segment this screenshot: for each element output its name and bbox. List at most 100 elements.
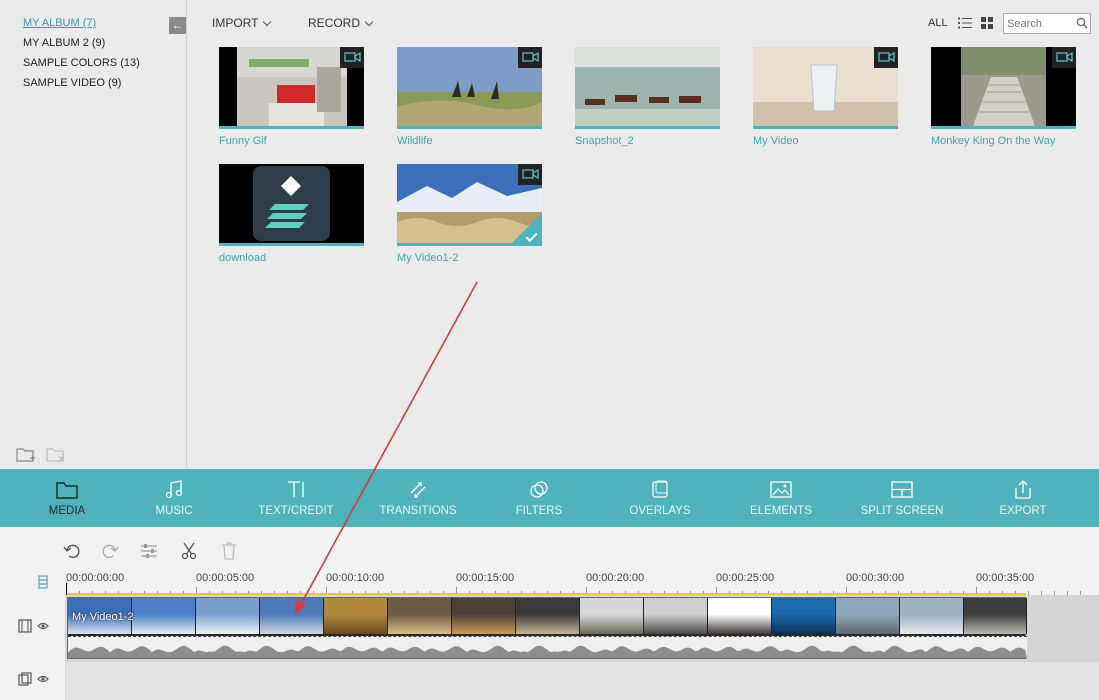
music-note-icon: [165, 480, 183, 499]
search-icon[interactable]: [1076, 17, 1088, 29]
delete-icon[interactable]: [219, 541, 239, 561]
tab-split-screen[interactable]: SPLIT SCREEN: [857, 469, 947, 527]
tab-label: EXPORT: [999, 505, 1047, 517]
tab-filters[interactable]: FILTERS: [499, 469, 579, 527]
tab-label: SPLIT SCREEN: [860, 505, 944, 517]
clip-frame: [132, 598, 196, 634]
filmora-logo-thumbnail: [253, 166, 330, 241]
grid-view-icon[interactable]: [981, 17, 993, 29]
tab-elements[interactable]: ELEMENTS: [741, 469, 821, 527]
export-icon: [1015, 480, 1031, 499]
clip-title: My Video1-2: [72, 611, 134, 623]
chevron-down-icon: [364, 17, 374, 26]
ruler-tick-label: 00:00:05:00: [196, 572, 255, 584]
tab-music[interactable]: MUSIC: [134, 469, 214, 527]
import-button[interactable]: IMPORT: [212, 16, 272, 30]
delete-folder-icon[interactable]: [46, 446, 66, 464]
media-thumbnail: [397, 164, 542, 246]
record-button[interactable]: RECORD: [308, 16, 374, 30]
tab-export[interactable]: EXPORT: [983, 469, 1063, 527]
media-thumbnail: [219, 164, 364, 246]
tab-text-credit[interactable]: TEXT/CREDIT: [251, 469, 341, 527]
tab-label: MEDIA: [48, 505, 86, 517]
video-camera-badge: [340, 47, 364, 68]
clip-frame: [516, 598, 580, 634]
redo-icon[interactable]: [100, 541, 120, 561]
album-my-album[interactable]: MY ALBUM (7): [23, 17, 96, 29]
clip-frame: [900, 598, 964, 634]
media-thumbnail: [753, 47, 898, 129]
transitions-icon: [410, 482, 426, 498]
ruler-tick-label: 00:00:10:00: [326, 572, 385, 584]
media-item-funny-gif[interactable]: Funny Gif: [219, 47, 364, 147]
tab-overlays[interactable]: OVERLAYS: [620, 469, 700, 527]
media-thumbnail: [397, 47, 542, 129]
album-sample-colors[interactable]: SAMPLE COLORS (13): [23, 57, 140, 69]
tab-media[interactable]: MEDIA: [27, 469, 107, 527]
album-sample-video[interactable]: SAMPLE VIDEO (9): [23, 77, 121, 89]
ruler-tick-label: 00:00:35:00: [976, 572, 1035, 584]
clip-frame: [644, 598, 708, 634]
eye-icon[interactable]: [37, 675, 49, 683]
clip-frame: [580, 598, 644, 634]
scissors-icon[interactable]: [179, 541, 199, 561]
time-ruler[interactable]: 00:00:00:00 00:00:05:00 00:00:10:00 00:00:1…: [66, 567, 1099, 595]
audio-waveform: [68, 636, 1027, 658]
video-camera-badge: [518, 47, 542, 68]
filter-all[interactable]: ALL: [928, 17, 948, 29]
media-item-wildlife[interactable]: Wildlife: [397, 47, 542, 147]
media-item-my-video1-2[interactable]: My Video1-2: [397, 164, 542, 264]
media-item-label: Funny Gif: [219, 135, 267, 147]
ruler-tick-label: 00:00:20:00: [586, 572, 645, 584]
clip-frame: [772, 598, 836, 634]
track-headers: [0, 595, 66, 700]
clip-frame: [836, 598, 900, 634]
media-item-label: My Video1-2: [397, 252, 459, 264]
pip-track-icon: [18, 672, 32, 686]
tab-label: TRANSITIONS: [379, 505, 457, 517]
clip-frame: [452, 598, 516, 634]
media-item-label: My Video: [753, 135, 799, 147]
undo-icon[interactable]: [62, 541, 82, 561]
media-library: MY ALBUM (7) MY ALBUM 2 (9) SAMPLE COLOR…: [0, 0, 1099, 469]
video-track-icon: [18, 619, 32, 633]
media-item-monkey-king[interactable]: Monkey King On the Way: [931, 47, 1076, 147]
tab-transitions[interactable]: TRANSITIONS: [373, 469, 463, 527]
album-my-album-2[interactable]: MY ALBUM 2 (9): [23, 37, 105, 49]
snap-icon[interactable]: [38, 575, 48, 589]
media-item-label: Wildlife: [397, 135, 433, 147]
tab-label: FILTERS: [515, 505, 563, 517]
clip-frame: [260, 598, 324, 634]
add-folder-icon[interactable]: [16, 446, 36, 464]
clip-frame: [388, 598, 452, 634]
video-camera-badge: [874, 47, 898, 68]
overlays-icon: [652, 480, 668, 498]
record-label: RECORD: [308, 16, 361, 30]
ruler-tick-label: 00:00:25:00: [716, 572, 775, 584]
thumbnail-image: [575, 47, 720, 126]
video-clip[interactable]: My Video1-2: [67, 597, 1027, 659]
clip-frame: [324, 598, 388, 634]
album-sidebar: MY ALBUM (7) MY ALBUM 2 (9) SAMPLE COLOR…: [0, 0, 187, 469]
video-camera-icon: [878, 51, 895, 63]
tab-label: MUSIC: [155, 505, 193, 517]
playhead[interactable]: [66, 583, 67, 595]
filters-icon: [530, 481, 548, 498]
video-camera-icon: [344, 51, 361, 63]
tab-label: ELEMENTS: [750, 505, 812, 517]
list-view-icon[interactable]: [958, 17, 972, 29]
clip-frame: [196, 598, 260, 634]
tab-label: OVERLAYS: [629, 505, 691, 517]
chevron-down-icon: [263, 17, 272, 26]
media-item-snapshot-2[interactable]: Snapshot_2: [575, 47, 720, 147]
collapse-sidebar-button[interactable]: ←: [169, 17, 186, 34]
eye-icon[interactable]: [37, 622, 49, 630]
media-item-my-video[interactable]: My Video: [753, 47, 898, 147]
media-thumbnail: [575, 47, 720, 129]
media-item-label: Snapshot_2: [575, 135, 634, 147]
adjust-icon[interactable]: [139, 541, 159, 561]
video-camera-icon: [1056, 51, 1073, 63]
ruler-tick-label: 00:00:30:00: [846, 572, 905, 584]
media-item-download[interactable]: download: [219, 164, 364, 264]
pip-track: [66, 661, 1099, 700]
